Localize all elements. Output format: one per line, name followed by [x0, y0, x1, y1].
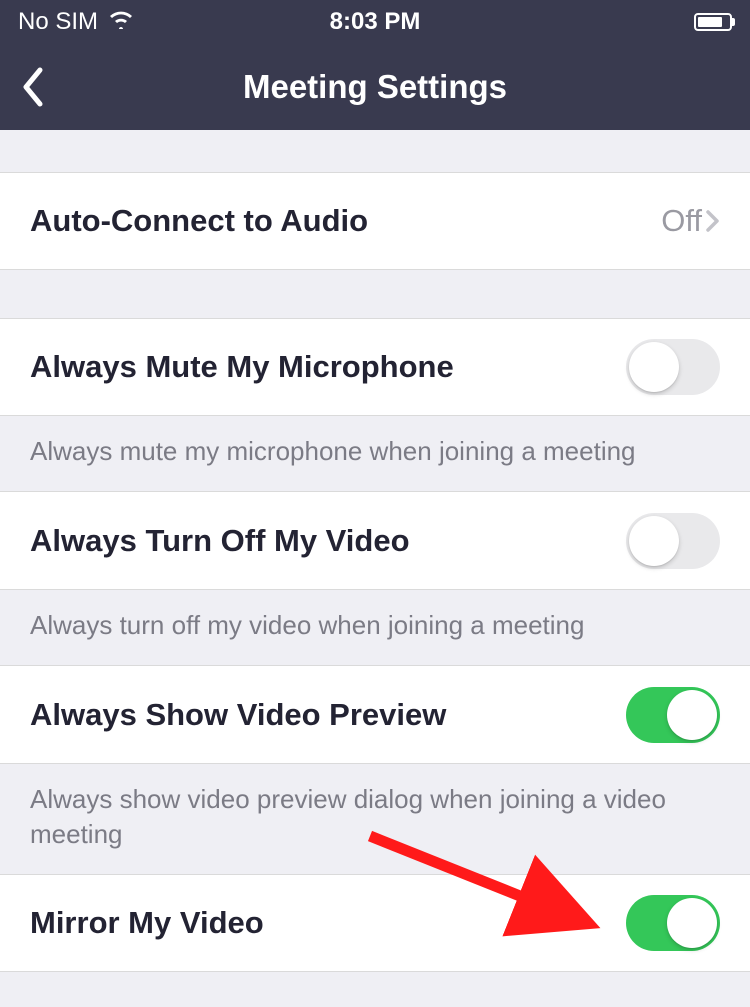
chevron-left-icon: [20, 66, 44, 108]
back-button[interactable]: [20, 66, 44, 108]
status-bar: No SIM 8:03 PM: [0, 0, 750, 44]
turn-off-video-description: Always turn off my video when joining a …: [0, 590, 750, 666]
wifi-icon: [108, 8, 134, 36]
section-spacer: [0, 130, 750, 172]
turn-off-video-row: Always Turn Off My Video: [0, 492, 750, 590]
toggle-knob: [667, 898, 717, 948]
toggle-knob: [629, 516, 679, 566]
page-title: Meeting Settings: [243, 68, 507, 106]
chevron-right-icon: [706, 209, 720, 233]
mirror-video-toggle[interactable]: [626, 895, 720, 951]
carrier-text: No SIM: [18, 8, 98, 36]
mute-microphone-toggle[interactable]: [626, 339, 720, 395]
status-left: No SIM: [18, 8, 134, 36]
battery-icon: [694, 13, 732, 31]
show-video-preview-toggle[interactable]: [626, 687, 720, 743]
toggle-knob: [629, 342, 679, 392]
mute-microphone-row: Always Mute My Microphone: [0, 318, 750, 416]
mirror-video-label: Mirror My Video: [30, 905, 264, 941]
auto-connect-audio-value: Off: [661, 203, 702, 239]
section-spacer: [0, 270, 750, 318]
mirror-video-row: Mirror My Video: [0, 874, 750, 972]
show-video-preview-row: Always Show Video Preview: [0, 666, 750, 764]
show-video-preview-description: Always show video preview dialog when jo…: [0, 764, 750, 874]
auto-connect-audio-label: Auto-Connect to Audio: [30, 203, 368, 239]
nav-bar: Meeting Settings: [0, 44, 750, 130]
status-right: [694, 13, 732, 31]
status-time: 8:03 PM: [330, 8, 421, 36]
toggle-knob: [667, 690, 717, 740]
turn-off-video-label: Always Turn Off My Video: [30, 523, 410, 559]
turn-off-video-toggle[interactable]: [626, 513, 720, 569]
mute-microphone-label: Always Mute My Microphone: [30, 349, 454, 385]
auto-connect-audio-value-wrap: Off: [661, 203, 720, 239]
show-video-preview-label: Always Show Video Preview: [30, 697, 446, 733]
mute-microphone-description: Always mute my microphone when joining a…: [0, 416, 750, 492]
auto-connect-audio-row[interactable]: Auto-Connect to Audio Off: [0, 172, 750, 270]
